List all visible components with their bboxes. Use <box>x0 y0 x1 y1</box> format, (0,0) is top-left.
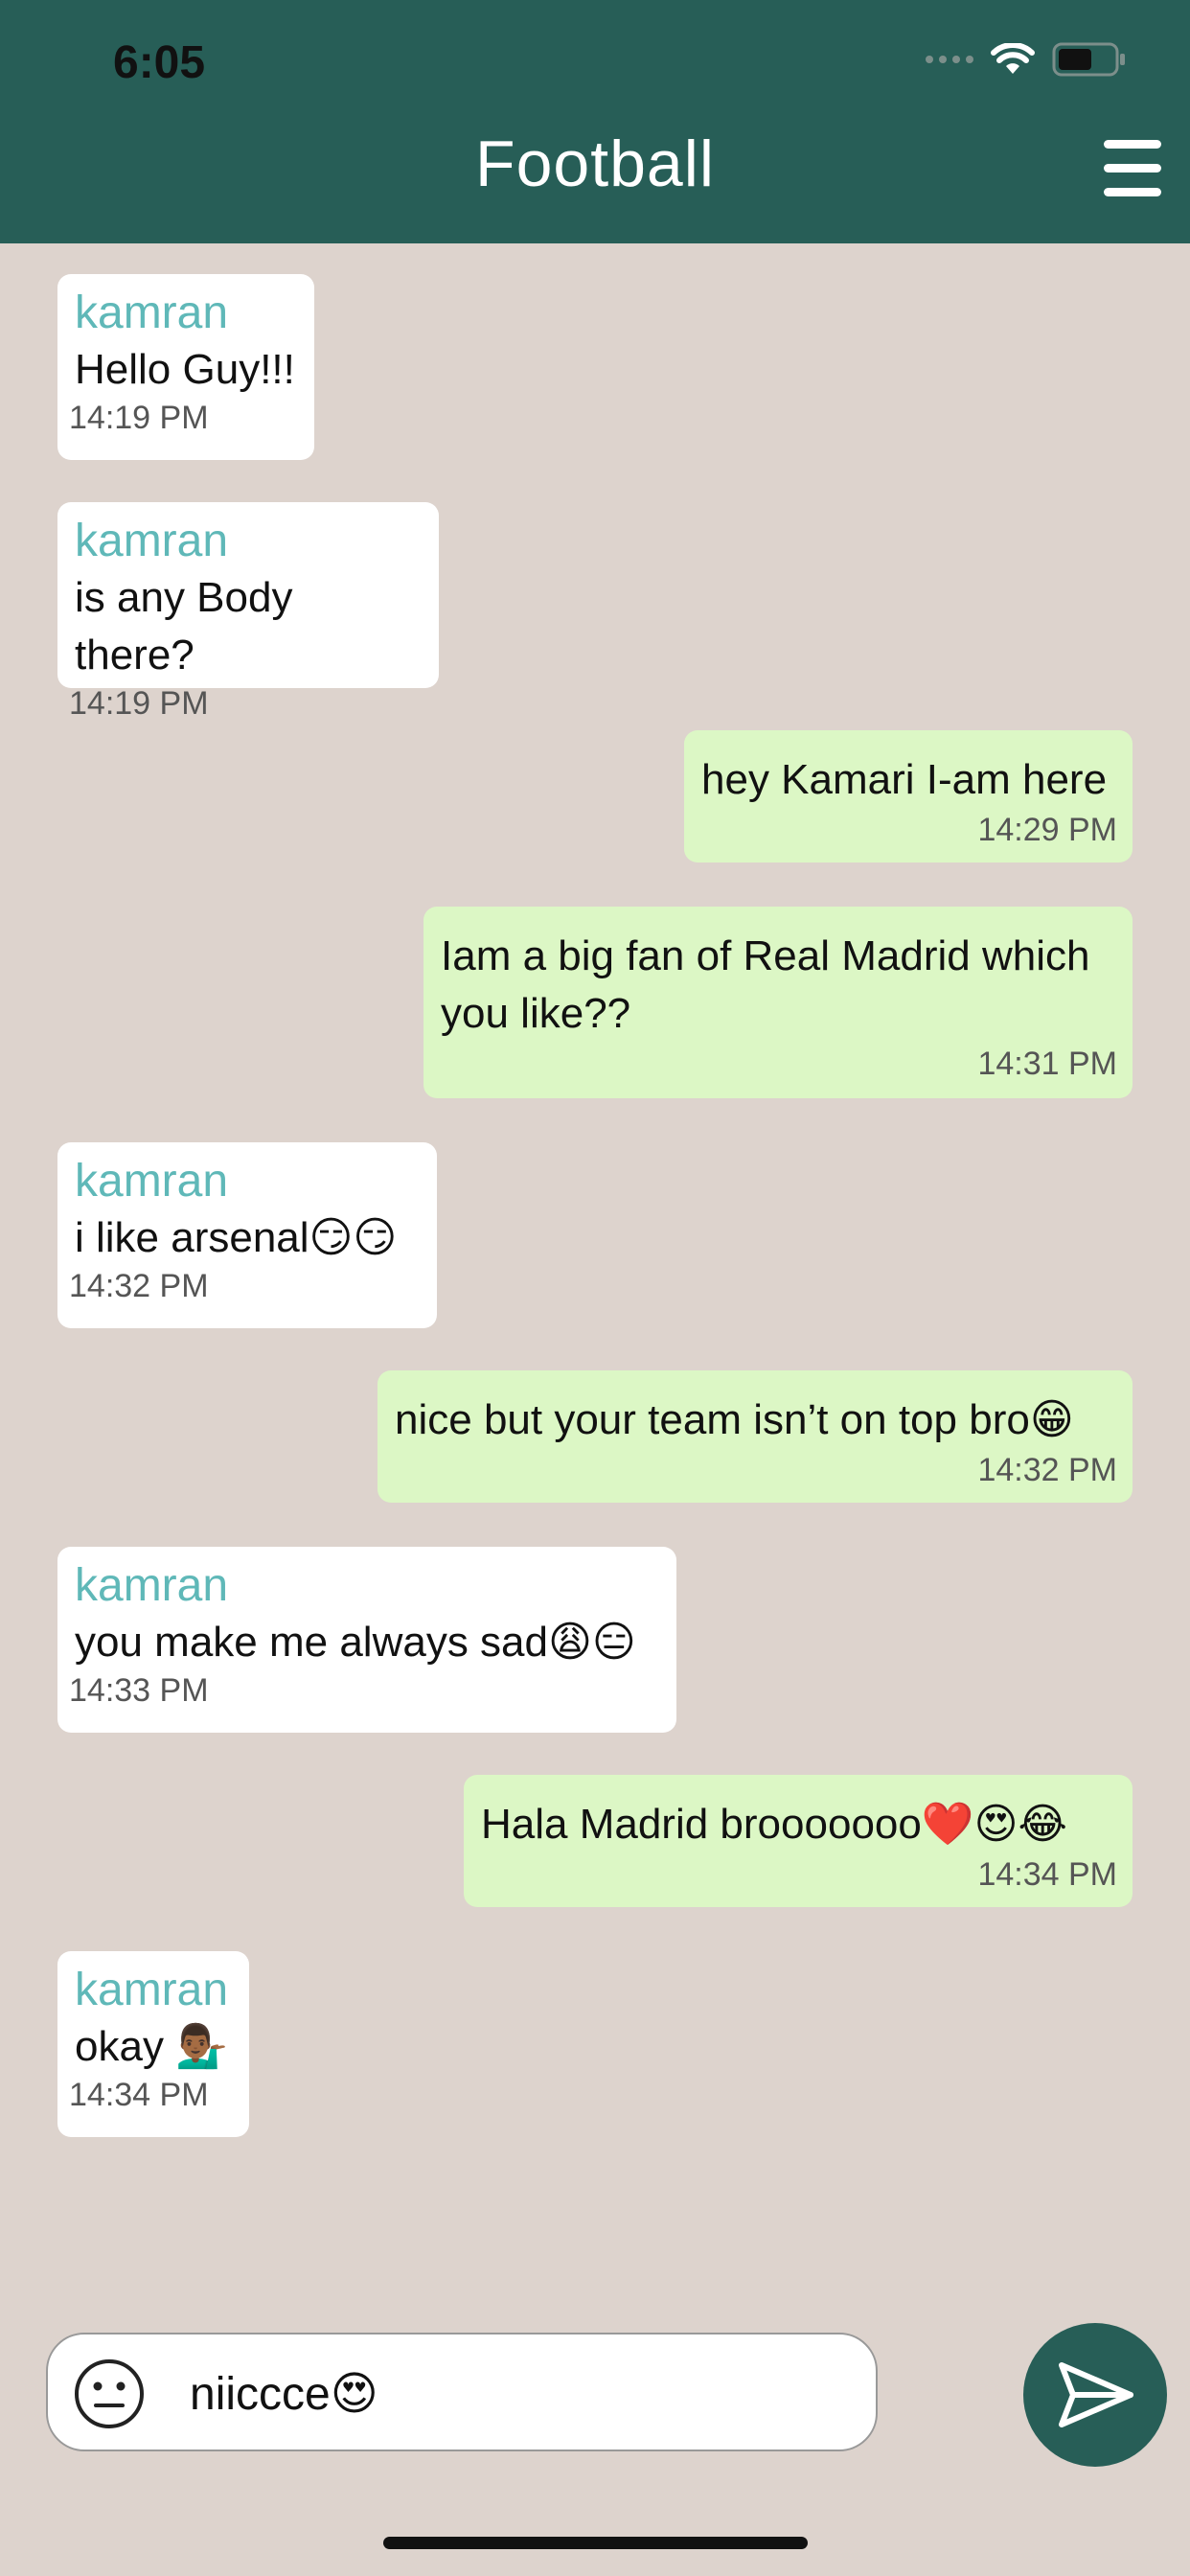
message-time: 14:19 PM <box>69 400 209 436</box>
status-icons <box>926 42 1127 77</box>
incoming-message: kamran you make me always sad😩😑 14:33 PM <box>57 1547 676 1733</box>
message-sender: kamran <box>75 1560 229 1611</box>
message-sender: kamran <box>75 1965 229 2015</box>
message-time: 14:32 PM <box>977 1452 1117 1488</box>
neutral-face-icon[interactable] <box>73 2358 146 2430</box>
status-time: 6:05 <box>113 37 206 88</box>
nav-bar: 6:05 Football <box>0 0 1190 243</box>
battery-icon <box>1052 42 1125 77</box>
outgoing-message: Iam a big fan of Real Madrid which you l… <box>423 907 1133 1098</box>
message-text: i like arsenal😏😏 <box>75 1214 398 1261</box>
message-sender: kamran <box>75 288 229 338</box>
message-text-line: you like?? <box>441 990 631 1037</box>
incoming-message: kamran i like arsenal😏😏 14:32 PM <box>57 1142 437 1328</box>
message-sender: kamran <box>75 516 229 566</box>
message-text: Hello Guy!!! <box>75 346 295 393</box>
outgoing-message: hey Kamari I-am here 14:29 PM <box>684 730 1133 862</box>
page-title: Football <box>475 127 715 200</box>
message-time: 14:34 PM <box>69 2077 209 2113</box>
home-indicator <box>383 2537 808 2549</box>
signal-icon <box>926 56 973 63</box>
hamburger-menu-icon[interactable] <box>1104 140 1161 197</box>
outgoing-message: Hala Madrid brooooooo❤️😍😂 14:34 PM <box>464 1775 1133 1907</box>
message-time: 14:33 PM <box>69 1672 209 1709</box>
message-sender: kamran <box>75 1156 229 1207</box>
incoming-message: kamran okay 💁🏾‍♂️ 14:34 PM <box>57 1951 249 2137</box>
message-text: Hala Madrid brooooooo❤️😍😂 <box>481 1801 1067 1848</box>
message-text: nice but your team isn’t on top bro😁 <box>395 1396 1074 1443</box>
wifi-icon <box>991 43 1035 74</box>
paper-plane-send-icon <box>1059 2362 1133 2427</box>
incoming-message: kamran Hello Guy!!! 14:19 PM <box>57 274 314 460</box>
message-composer <box>46 2333 878 2451</box>
message-time: 14:31 PM <box>977 1046 1117 1082</box>
send-button[interactable] <box>1023 2323 1167 2467</box>
message-time: 14:32 PM <box>69 1268 209 1304</box>
message-time: 14:34 PM <box>977 1856 1117 1893</box>
message-text: hey Kamari I-am here <box>701 756 1108 803</box>
message-time: 14:29 PM <box>977 812 1117 848</box>
message-text-line: Iam a big fan of Real Madrid which <box>441 932 1090 979</box>
incoming-message: kamran is any Body there? 14:19 PM <box>57 502 439 722</box>
message-text: okay 💁🏾‍♂️ <box>75 2023 228 2070</box>
message-time: 14:19 PM <box>69 685 209 722</box>
message-text: you make me always sad😩😑 <box>75 1619 636 1666</box>
message-text: is any Body there? <box>75 574 293 678</box>
message-input[interactable] <box>190 2367 841 2420</box>
outgoing-message: nice but your team isn’t on top bro😁 14:… <box>378 1370 1133 1503</box>
